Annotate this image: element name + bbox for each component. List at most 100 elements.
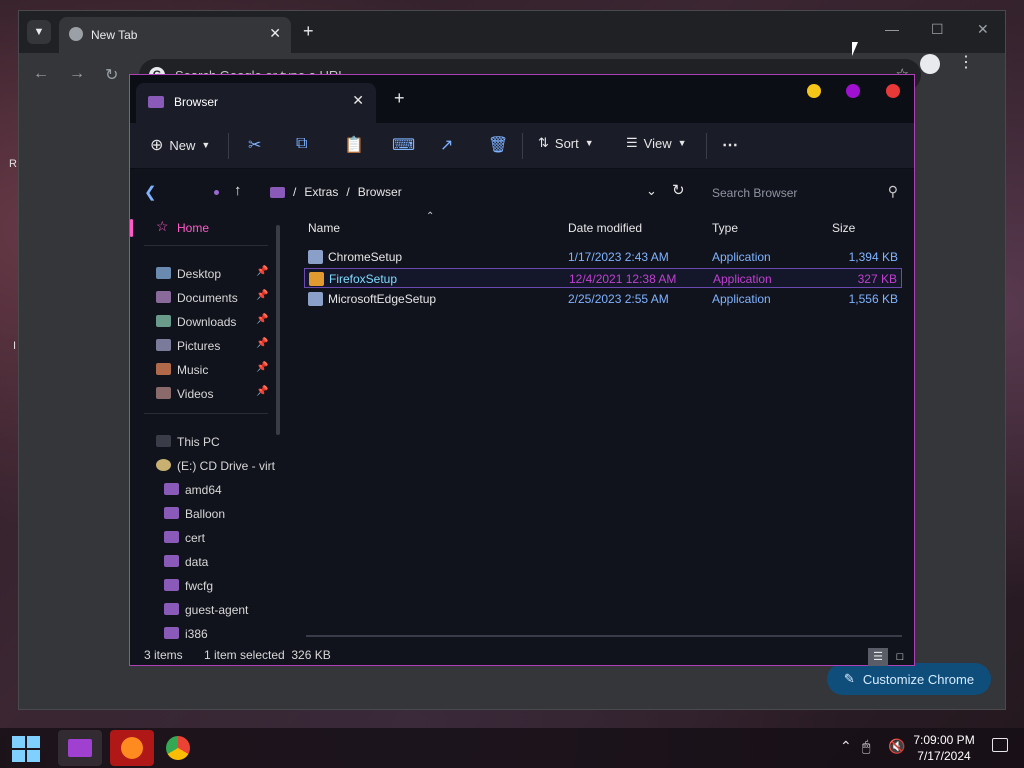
nav-item-folder[interactable]: fwcfg (130, 575, 276, 597)
chevron-down-icon[interactable]: ⌄ (646, 183, 657, 199)
column-header-name[interactable]: Name (308, 221, 340, 235)
navigation-pane: ☆ Home Desktop 📌 Documents 📌 Downloads 📌… (130, 215, 276, 645)
sort-button[interactable]: ⇅ Sort ▼ (538, 135, 594, 151)
sort-icon: ⇅ (538, 135, 549, 150)
wallpaper-text: I (13, 340, 17, 352)
file-type: Application (712, 250, 771, 264)
close-window-icon[interactable]: ✕ (977, 21, 989, 38)
share-icon[interactable]: ↗ (440, 135, 453, 155)
column-header-type[interactable]: Type (712, 221, 738, 235)
pencil-icon: ✎ (843, 671, 855, 686)
delete-icon[interactable]: 🗑 (488, 135, 508, 155)
up-arrow-icon[interactable]: ↑ (234, 182, 242, 199)
new-button[interactable]: ⊕ New ▼ (150, 135, 210, 155)
folder-icon (164, 483, 179, 495)
nav-item-downloads[interactable]: Downloads 📌 (130, 311, 276, 333)
new-tab-icon[interactable]: + (394, 88, 405, 109)
nav-item-folder[interactable]: i386 (130, 623, 276, 645)
chevron-up-icon[interactable]: ⌃ (840, 738, 852, 755)
nav-item-folder[interactable]: cert (130, 527, 276, 549)
nav-item-folder[interactable]: guest-agent (130, 599, 276, 621)
chrome-icon (166, 736, 190, 760)
reload-icon[interactable]: ↻ (105, 65, 118, 85)
nav-item-folder[interactable]: data (130, 551, 276, 573)
file-row[interactable]: MicrosoftEdgeSetup 2/25/2023 2:55 AM App… (304, 289, 902, 309)
nav-item-desktop[interactable]: Desktop 📌 (130, 263, 276, 285)
paste-icon[interactable]: 📋 (344, 135, 364, 155)
cd-drive-icon (156, 459, 171, 471)
close-dot-icon[interactable] (886, 84, 900, 98)
mouse-cursor-icon (852, 42, 858, 56)
taskbar-chrome[interactable] (156, 730, 200, 766)
details-view-icon[interactable]: ☰ (868, 648, 888, 666)
folder-icon (68, 739, 92, 757)
forward-arrow-icon[interactable]: → (69, 65, 85, 83)
rename-icon[interactable]: ⌨ (392, 135, 415, 155)
breadcrumb-separator: / (293, 185, 297, 199)
customize-chrome-button[interactable]: ✎ Customize Chrome (827, 663, 991, 695)
notification-icon[interactable] (992, 738, 1008, 752)
nav-item-folder[interactable]: amd64 (130, 479, 276, 501)
network-icon[interactable]: 🖱 (862, 738, 870, 755)
new-tab-icon[interactable]: + (303, 21, 314, 42)
refresh-icon[interactable]: ↻ (672, 181, 685, 199)
file-date: 1/17/2023 2:43 AM (568, 250, 669, 264)
firefox-icon (121, 737, 143, 759)
close-tab-icon[interactable]: ✕ (352, 92, 364, 109)
taskbar-clock[interactable]: 7:09:00 PM 7/17/2024 (902, 732, 986, 764)
forward-dot-icon[interactable] (214, 190, 219, 195)
more-options-icon[interactable]: ⋯ (722, 135, 738, 155)
cut-icon[interactable]: ✂ (248, 135, 261, 155)
maximize-dot-icon[interactable] (846, 84, 860, 98)
tiles-view-icon[interactable]: □ (890, 648, 910, 666)
installer-icon (308, 292, 323, 306)
pin-icon: 📌 (256, 386, 269, 397)
chrome-tab-new-tab[interactable]: New Tab ✕ (59, 17, 291, 53)
breadcrumb-item[interactable]: Browser (358, 185, 402, 199)
search-input[interactable]: Search Browser ⚲ (702, 177, 906, 207)
nav-label: Videos (177, 387, 214, 401)
nav-item-this-pc[interactable]: This PC (130, 431, 276, 453)
nav-item-cd-drive[interactable]: (E:) CD Drive - virt (130, 455, 276, 477)
file-name: MicrosoftEdgeSetup (328, 292, 437, 306)
back-arrow-icon[interactable]: ← (33, 65, 49, 83)
nav-item-music[interactable]: Music 📌 (130, 359, 276, 381)
nav-item-folder[interactable]: Balloon (130, 503, 276, 525)
column-header-date[interactable]: Date modified (568, 221, 642, 235)
nav-item-pictures[interactable]: Pictures 📌 (130, 335, 276, 357)
pin-icon: 📌 (256, 290, 269, 301)
breadcrumb-item[interactable]: Extras (304, 185, 338, 199)
chrome-menu-icon[interactable]: ⋮ (958, 52, 974, 72)
nav-label: cert (185, 531, 206, 545)
horizontal-scrollbar[interactable] (306, 635, 902, 637)
chevron-down-icon: ▼ (201, 140, 211, 150)
folder-icon (164, 531, 179, 543)
nav-scrollbar[interactable] (276, 225, 280, 435)
breadcrumb[interactable]: / Extras / Browser (270, 185, 402, 199)
column-header-size[interactable]: Size (832, 221, 855, 235)
tab-search-icon[interactable]: ▼ (27, 20, 51, 44)
explorer-tab-browser[interactable]: Browser ✕ (136, 83, 376, 123)
maximize-icon[interactable]: ☐ (931, 21, 944, 38)
nav-label: amd64 (185, 483, 222, 497)
profile-icon[interactable] (920, 54, 940, 74)
nav-item-documents[interactable]: Documents 📌 (130, 287, 276, 309)
start-button-icon[interactable] (12, 736, 40, 762)
file-size: 1,394 KB (848, 250, 898, 264)
copy-icon[interactable]: ⧉ (296, 135, 307, 153)
file-row[interactable]: ChromeSetup 1/17/2023 2:43 AM Applicatio… (304, 247, 902, 267)
back-arrow-icon[interactable]: ❮ (144, 183, 157, 201)
nav-label: guest-agent (185, 603, 249, 617)
close-tab-icon[interactable]: ✕ (269, 25, 281, 42)
nav-item-home[interactable]: ☆ Home (130, 217, 276, 239)
new-label: New (169, 137, 196, 153)
minimize-dot-icon[interactable] (807, 84, 821, 98)
taskbar-file-explorer[interactable] (58, 730, 102, 766)
nav-item-videos[interactable]: Videos 📌 (130, 383, 276, 405)
explorer-address-bar: ❮ ↑ / Extras / Browser ⌄ ↻ Search Browse… (130, 169, 914, 215)
file-row-selected[interactable]: FirefoxSetup 12/4/2021 12:38 AM Applicat… (304, 268, 902, 288)
view-button[interactable]: ☰ View ▼ (626, 135, 687, 151)
taskbar-firefox[interactable] (110, 730, 154, 766)
clock-date: 7/17/2024 (917, 749, 971, 763)
minimize-icon[interactable]: — (885, 21, 899, 37)
